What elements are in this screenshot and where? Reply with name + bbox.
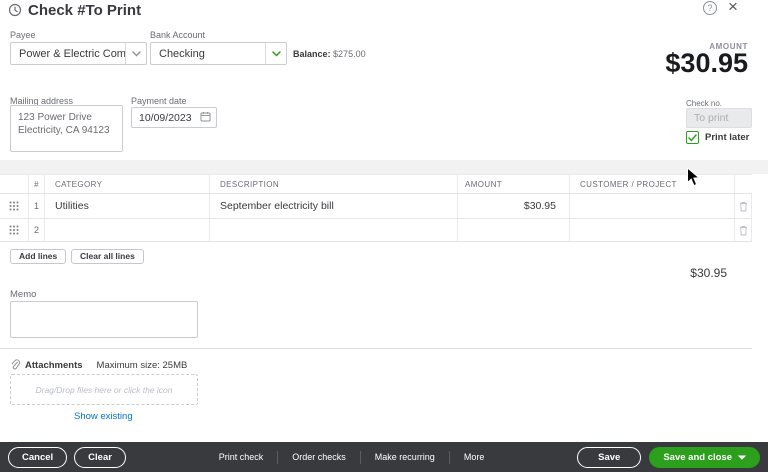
col-header-amount: AMOUNT [458,175,570,193]
col-header-customer: CUSTOMER / PROJECT [570,175,735,193]
delete-row-icon[interactable] [735,194,752,218]
chevron-down-icon [738,455,746,460]
table-row: 1 Utilities September electricity bill $… [0,194,752,219]
attachments-max-size: Maximum size: 25MB [97,360,188,371]
chevron-down-icon [272,51,281,57]
delete-row-icon[interactable] [735,219,752,241]
bank-account-label: Bank Account [150,30,205,40]
row-number: 1 [28,194,45,218]
drag-handle-icon[interactable] [0,194,28,218]
save-button[interactable]: Save [577,447,641,468]
order-checks-button[interactable]: Order checks [278,452,360,462]
check-no-field: To print [686,108,752,128]
col-header-description: DESCRIPTION [210,175,458,193]
check-to-print-window: Check #To Print ? × Payee Power & Electr… [0,0,768,472]
add-lines-button[interactable]: Add lines [10,249,66,264]
col-header-num: # [28,175,45,193]
attachments-header: Attachments Maximum size: 25MB [10,359,187,371]
print-later-option[interactable]: Print later [686,131,749,144]
payment-date-field[interactable]: 10/09/2023 [131,107,217,128]
balance-label: Balance: [293,49,331,59]
payee-label: Payee [10,30,36,40]
total-amount: $30.95 [690,266,727,280]
attachments-label: Attachments [25,360,83,371]
paperclip-icon [10,359,20,371]
page-title: Check #To Print [28,2,141,19]
checkmark-icon [688,134,697,142]
payment-date-value: 10/09/2023 [132,112,200,124]
category-cell[interactable] [45,219,210,241]
payment-date-label: Payment date [131,96,187,106]
amount-value: $30.95 [665,48,748,79]
balance: Balance: $275.00 [293,49,366,59]
bank-account-select[interactable]: Checking [150,42,287,65]
table-row: 2 [0,219,752,242]
bank-account-value: Checking [151,48,265,60]
memo-label: Memo [10,289,36,300]
row-number: 2 [28,219,45,241]
history-icon[interactable] [8,3,22,22]
payee-dropdown-button[interactable] [125,43,146,64]
description-cell[interactable]: September electricity bill [210,194,458,218]
print-later-label: Print later [705,132,749,143]
category-cell[interactable]: Utilities [45,194,210,218]
line-items-table: # CATEGORY DESCRIPTION AMOUNT CUSTOMER /… [0,174,752,242]
show-existing-link[interactable]: Show existing [74,411,133,422]
balance-value: $275.00 [333,49,366,59]
memo-field[interactable] [10,301,198,338]
make-recurring-button[interactable]: Make recurring [361,452,449,462]
print-later-checkbox[interactable] [686,131,699,144]
mailing-address-field[interactable]: 123 Power Drive Electricity, CA 94123 [10,105,123,152]
amount-cell[interactable]: $30.95 [458,194,570,218]
table-header-row: # CATEGORY DESCRIPTION AMOUNT CUSTOMER /… [0,174,752,194]
more-button[interactable]: More [450,452,499,462]
clear-all-lines-button[interactable]: Clear all lines [71,249,144,264]
payee-value: Power & Electric Company [11,48,125,60]
calendar-icon[interactable] [200,111,211,125]
close-icon[interactable]: × [728,0,738,17]
footer-bar: Cancel Clear Print check Order checks Ma… [0,442,768,472]
check-no-label: Check no. [686,99,722,108]
cancel-button[interactable]: Cancel [8,447,67,468]
dropzone-placeholder: Drag/Drop files here or click the icon [35,385,172,395]
help-icon[interactable]: ? [703,1,717,15]
amount-cell[interactable] [458,219,570,241]
attachments-dropzone[interactable]: Drag/Drop files here or click the icon [10,374,198,405]
payee-combobox[interactable]: Power & Electric Company [10,42,147,65]
customer-cell[interactable] [570,219,735,241]
save-and-close-button[interactable]: Save and close [649,447,760,468]
customer-cell[interactable] [570,194,735,218]
divider [0,348,752,349]
save-and-close-label: Save and close [663,452,732,463]
col-header-category: CATEGORY [45,175,210,193]
chevron-down-icon [132,51,141,57]
clear-button[interactable]: Clear [74,447,126,468]
print-check-button[interactable]: Print check [205,452,278,462]
description-cell[interactable] [210,219,458,241]
section-divider-band [0,160,768,174]
bank-account-dropdown-button[interactable] [265,43,286,64]
drag-handle-icon[interactable] [0,219,28,241]
